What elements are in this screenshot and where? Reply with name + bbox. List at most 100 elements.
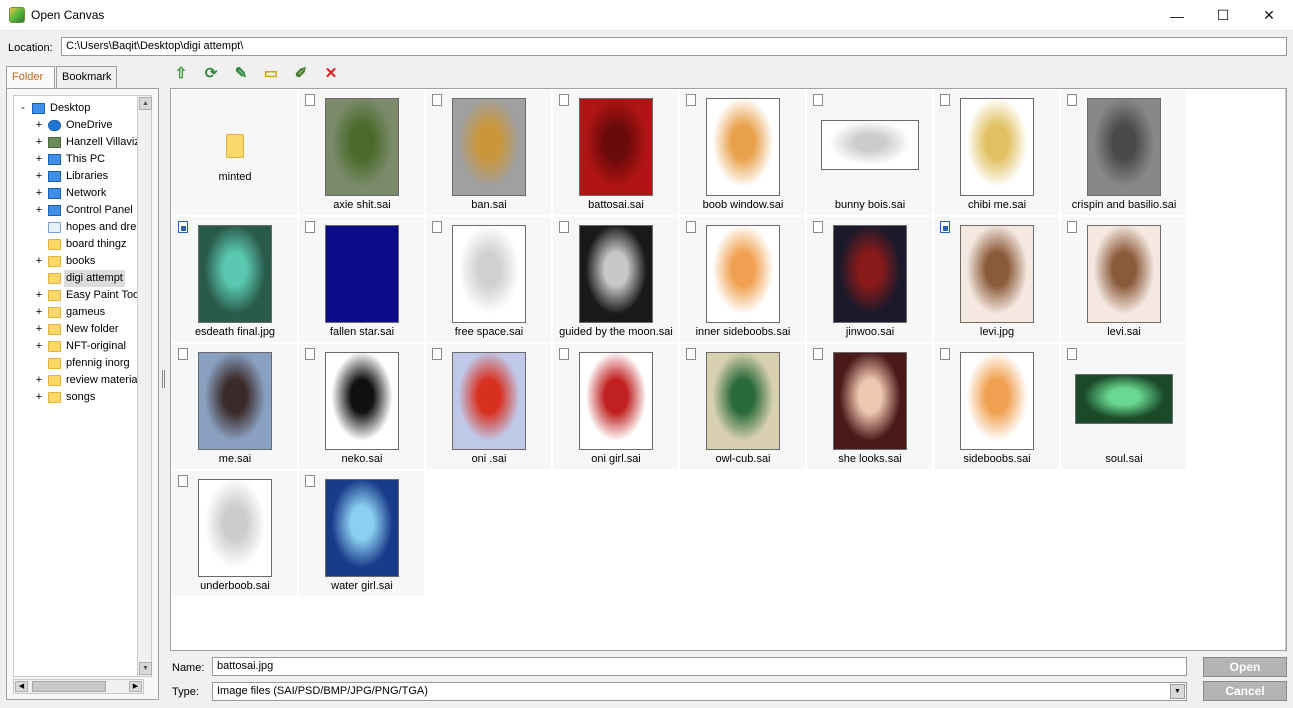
- tree-item-new-folder[interactable]: + New folder: [14, 321, 143, 338]
- open-button[interactable]: Open: [1203, 657, 1287, 677]
- expand-icon[interactable]: +: [34, 287, 44, 304]
- expand-icon[interactable]: +: [34, 338, 44, 355]
- file-item[interactable]: water girl.sai: [299, 471, 425, 597]
- tab-folder[interactable]: Folder: [6, 66, 55, 90]
- scroll-thumb[interactable]: [32, 681, 106, 692]
- desktop-icon: [32, 103, 45, 114]
- tree-item-network[interactable]: + Network: [14, 185, 143, 202]
- expand-icon[interactable]: +: [34, 202, 44, 219]
- tree-item-easy-paint-tool[interactable]: + Easy Paint Tool: [14, 287, 143, 304]
- grid-vertical-scrollbar[interactable]: ▲ ▼: [1285, 89, 1286, 650]
- file-name: neko.sai: [341, 453, 383, 465]
- thumbnail-image: [705, 98, 780, 196]
- expand-icon[interactable]: +: [34, 117, 44, 134]
- new-folder-icon[interactable]: ▭: [260, 62, 282, 84]
- file-item[interactable]: battosai.sai: [553, 90, 679, 216]
- expand-icon[interactable]: +: [34, 304, 44, 321]
- file-item[interactable]: oni girl.sai: [553, 344, 679, 470]
- bookmark-icon[interactable]: ✎: [230, 62, 252, 84]
- file-item[interactable]: she looks.sai: [807, 344, 933, 470]
- scroll-right-icon[interactable]: ▶: [129, 681, 142, 692]
- tree-item-gameus[interactable]: + gameus: [14, 304, 143, 321]
- folder-icon: [48, 256, 61, 267]
- expand-icon[interactable]: +: [34, 389, 44, 406]
- rename-icon[interactable]: ✐: [290, 62, 312, 84]
- location-field[interactable]: C:\Users\Baqit\Desktop\digi attempt\: [61, 37, 1287, 56]
- file-name: oni girl.sai: [591, 453, 641, 465]
- tree-item-hopes-and-dreams[interactable]: hopes and dreams: [14, 219, 143, 236]
- file-item[interactable]: levi.sai: [1061, 217, 1187, 343]
- tree-item-review-materials[interactable]: + review materials: [14, 372, 143, 389]
- file-item[interactable]: esdeath final.jpg: [172, 217, 298, 343]
- image-file-icon: [940, 221, 950, 233]
- file-item[interactable]: guided by the moon.sai: [553, 217, 679, 343]
- document-icon: [813, 348, 823, 360]
- minimize-button[interactable]: —: [1154, 0, 1200, 31]
- file-item[interactable]: chibi me.sai: [934, 90, 1060, 216]
- tree-item-songs[interactable]: + songs: [14, 389, 143, 406]
- file-name: underboob.sai: [200, 580, 270, 592]
- file-type-select[interactable]: Image files (SAI/PSD/BMP/JPG/PNG/TGA) ▼: [212, 682, 1187, 701]
- file-item[interactable]: underboob.sai: [172, 471, 298, 597]
- splitter-handle[interactable]: [162, 370, 165, 388]
- file-item[interactable]: axie shit.sai: [299, 90, 425, 216]
- tree-item-this-pc[interactable]: + This PC: [14, 151, 143, 168]
- document-icon: [305, 221, 315, 233]
- thumbnail-image: [705, 225, 780, 323]
- folder-item[interactable]: minted: [172, 90, 298, 216]
- file-item[interactable]: oni .sai: [426, 344, 552, 470]
- expand-icon[interactable]: +: [34, 321, 44, 338]
- tree-item-pfennig-inorg[interactable]: pfennig inorg: [14, 355, 143, 372]
- file-item[interactable]: levi.jpg: [934, 217, 1060, 343]
- delete-icon[interactable]: ✕: [320, 62, 342, 84]
- tree-item-hanzell-villaviza[interactable]: + Hanzell Villaviza: [14, 134, 143, 151]
- file-item[interactable]: me.sai: [172, 344, 298, 470]
- tab-bookmark[interactable]: Bookmark: [56, 66, 117, 89]
- collapse-icon[interactable]: -: [18, 100, 28, 117]
- file-item[interactable]: fallen star.sai: [299, 217, 425, 343]
- tree-item-books[interactable]: + books: [14, 253, 143, 270]
- tree-item-libraries[interactable]: + Libraries: [14, 168, 143, 185]
- expand-icon[interactable]: +: [34, 134, 44, 151]
- file-item[interactable]: neko.sai: [299, 344, 425, 470]
- file-name-field[interactable]: battosai.jpg: [212, 657, 1187, 676]
- up-folder-icon[interactable]: ⇧: [170, 62, 192, 84]
- expand-icon[interactable]: +: [34, 185, 44, 202]
- close-button[interactable]: ✕: [1246, 0, 1292, 31]
- scroll-down-icon[interactable]: ▼: [139, 662, 152, 675]
- file-item[interactable]: sideboobs.sai: [934, 344, 1060, 470]
- tree-item-desktop[interactable]: - Desktop: [14, 100, 143, 117]
- scroll-up-icon[interactable]: ▲: [139, 97, 152, 110]
- refresh-icon[interactable]: ⟳: [200, 62, 222, 84]
- file-item[interactable]: boob window.sai: [680, 90, 806, 216]
- document-icon: [305, 348, 315, 360]
- tree-item-label: NFT-original: [66, 340, 126, 352]
- tree-vertical-scrollbar[interactable]: ▲ ▼: [137, 95, 152, 677]
- tree-item-control-panel[interactable]: + Control Panel: [14, 202, 143, 219]
- file-item[interactable]: crispin and basilio.sai: [1061, 90, 1187, 216]
- file-item[interactable]: jinwoo.sai: [807, 217, 933, 343]
- scroll-left-icon[interactable]: ◀: [15, 681, 28, 692]
- file-item[interactable]: owl-cub.sai: [680, 344, 806, 470]
- cancel-button[interactable]: Cancel: [1203, 681, 1287, 701]
- maximize-button[interactable]: ☐: [1200, 0, 1246, 31]
- expand-icon[interactable]: +: [34, 253, 44, 270]
- tree-item-board-thingz[interactable]: board thingz: [14, 236, 143, 253]
- file-item[interactable]: inner sideboobs.sai: [680, 217, 806, 343]
- file-item[interactable]: bunny bois.sai: [807, 90, 933, 216]
- expand-icon[interactable]: +: [34, 372, 44, 389]
- tree-horizontal-scrollbar[interactable]: ◀ ▶: [13, 679, 144, 694]
- thumbnail-image: [578, 225, 653, 323]
- tree-item-nft-original[interactable]: + NFT-original: [14, 338, 143, 355]
- tree-item-onedrive[interactable]: + OneDrive: [14, 117, 143, 134]
- file-item[interactable]: free space.sai: [426, 217, 552, 343]
- file-item[interactable]: ban.sai: [426, 90, 552, 216]
- thumbnail-image: [197, 479, 272, 577]
- thumbnail-image: [197, 352, 272, 450]
- thumbnail-image: [820, 120, 919, 170]
- tree-item-digi-attempt[interactable]: digi attempt: [14, 270, 143, 287]
- chevron-down-icon[interactable]: ▼: [1170, 684, 1185, 699]
- expand-icon[interactable]: +: [34, 151, 44, 168]
- expand-icon[interactable]: +: [34, 168, 44, 185]
- file-item[interactable]: soul.sai: [1061, 344, 1187, 470]
